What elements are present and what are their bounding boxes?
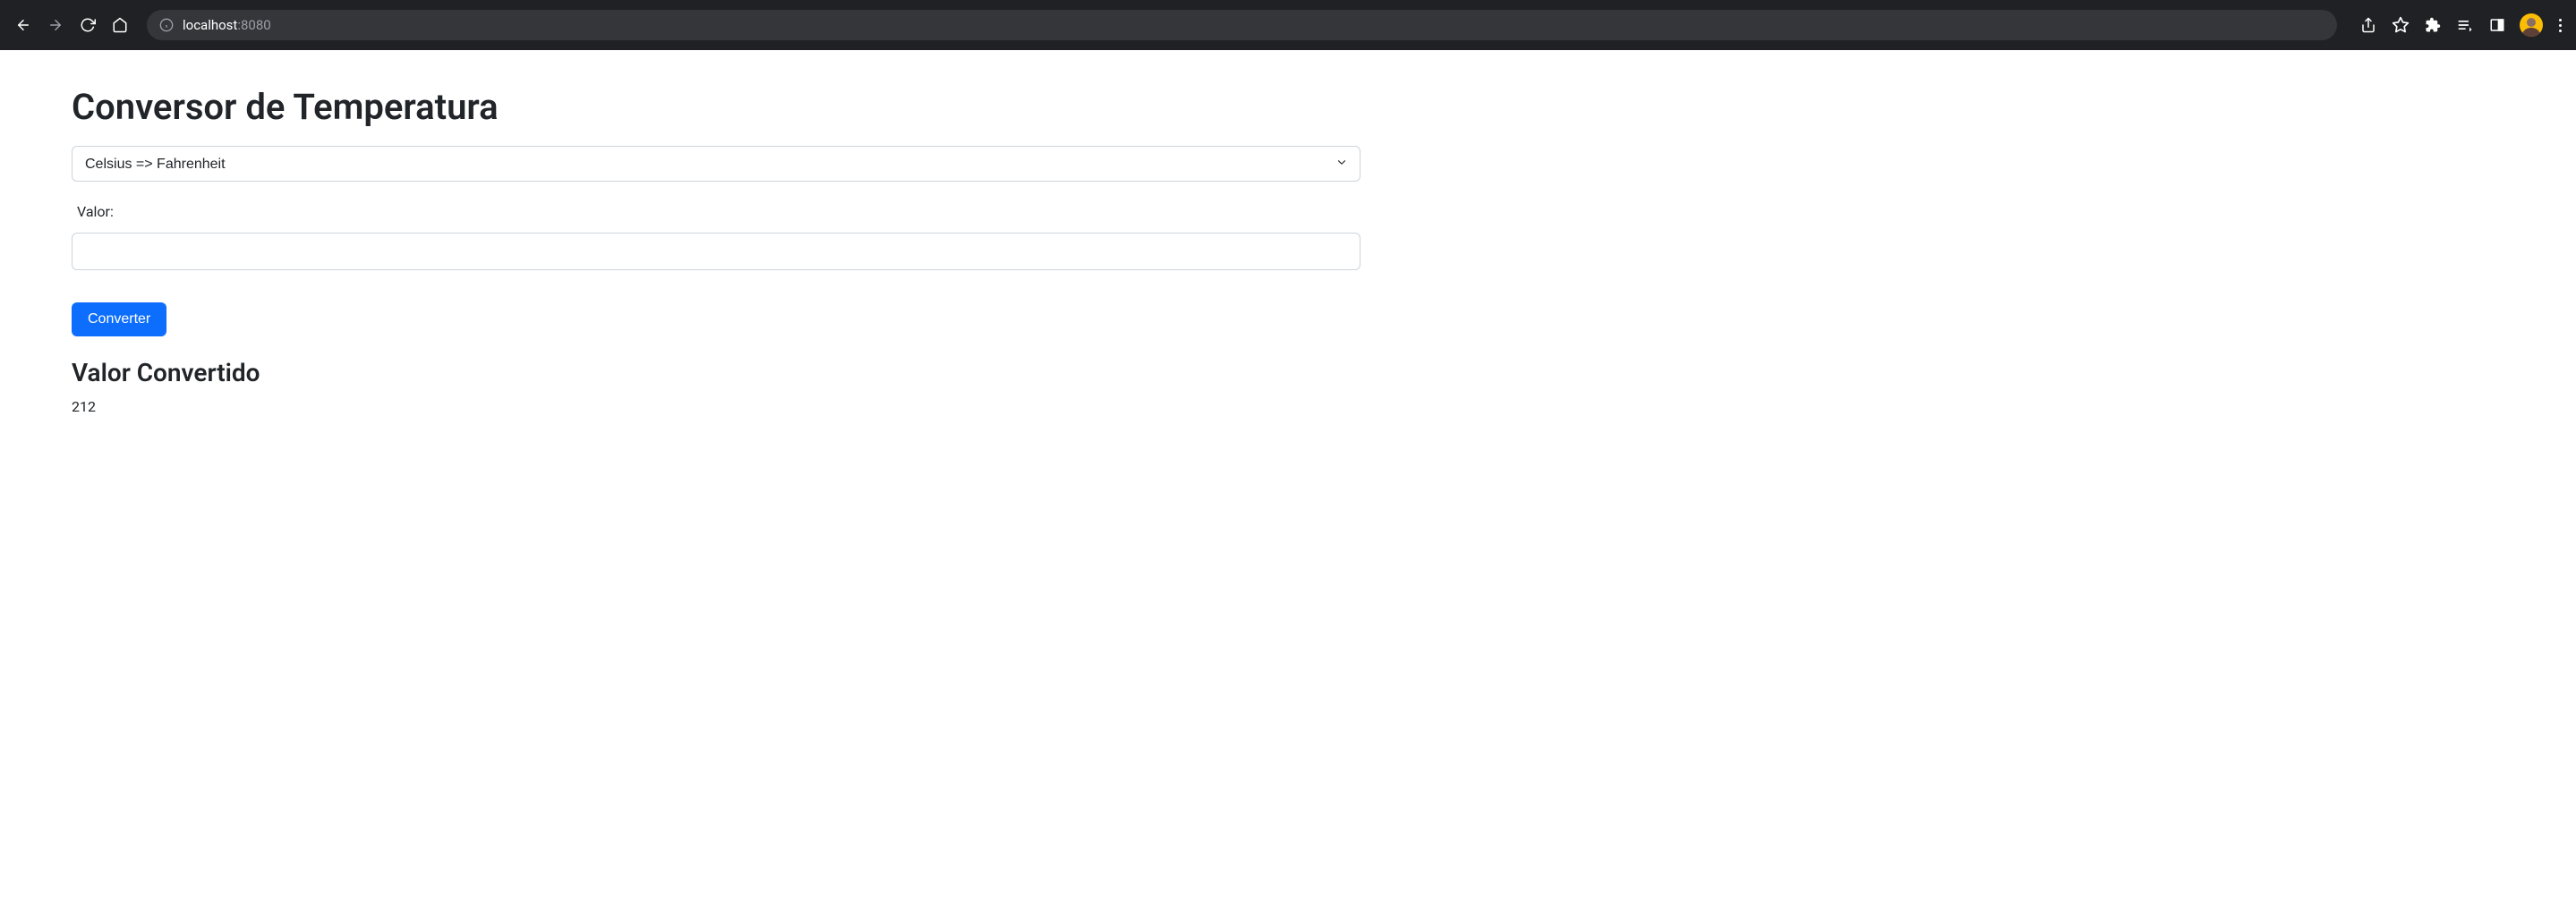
convert-button[interactable]: Converter — [72, 302, 166, 336]
value-input[interactable] — [72, 233, 1361, 270]
share-icon[interactable] — [2358, 15, 2378, 35]
menu-kebab-icon[interactable] — [2555, 15, 2565, 36]
reload-button[interactable] — [75, 13, 100, 38]
browser-toolbar: localhost:8080 — [0, 0, 2576, 50]
home-button[interactable] — [107, 13, 132, 38]
value-label: Valor: — [72, 203, 1361, 220]
toolbar-right — [2351, 13, 2565, 37]
address-bar[interactable]: localhost:8080 — [147, 10, 2337, 40]
page-title: Conversor de Temperatura — [72, 86, 1361, 128]
back-button[interactable] — [11, 13, 36, 38]
bookmark-star-icon[interactable] — [2391, 15, 2410, 35]
profile-avatar[interactable] — [2520, 13, 2543, 37]
result-heading: Valor Convertido — [72, 358, 1361, 387]
site-info-icon[interactable] — [159, 18, 174, 32]
conversion-select-wrap: Celsius => Fahrenheit — [72, 146, 1361, 182]
url-text: localhost:8080 — [183, 17, 271, 33]
extensions-icon[interactable] — [2423, 15, 2443, 35]
media-controls-icon[interactable] — [2455, 15, 2475, 35]
page-content: Conversor de Temperatura Celsius => Fahr… — [0, 50, 1432, 451]
conversion-type-select[interactable]: Celsius => Fahrenheit — [72, 146, 1361, 182]
forward-button[interactable] — [43, 13, 68, 38]
result-value: 212 — [72, 398, 1361, 415]
side-panel-icon[interactable] — [2487, 15, 2507, 35]
